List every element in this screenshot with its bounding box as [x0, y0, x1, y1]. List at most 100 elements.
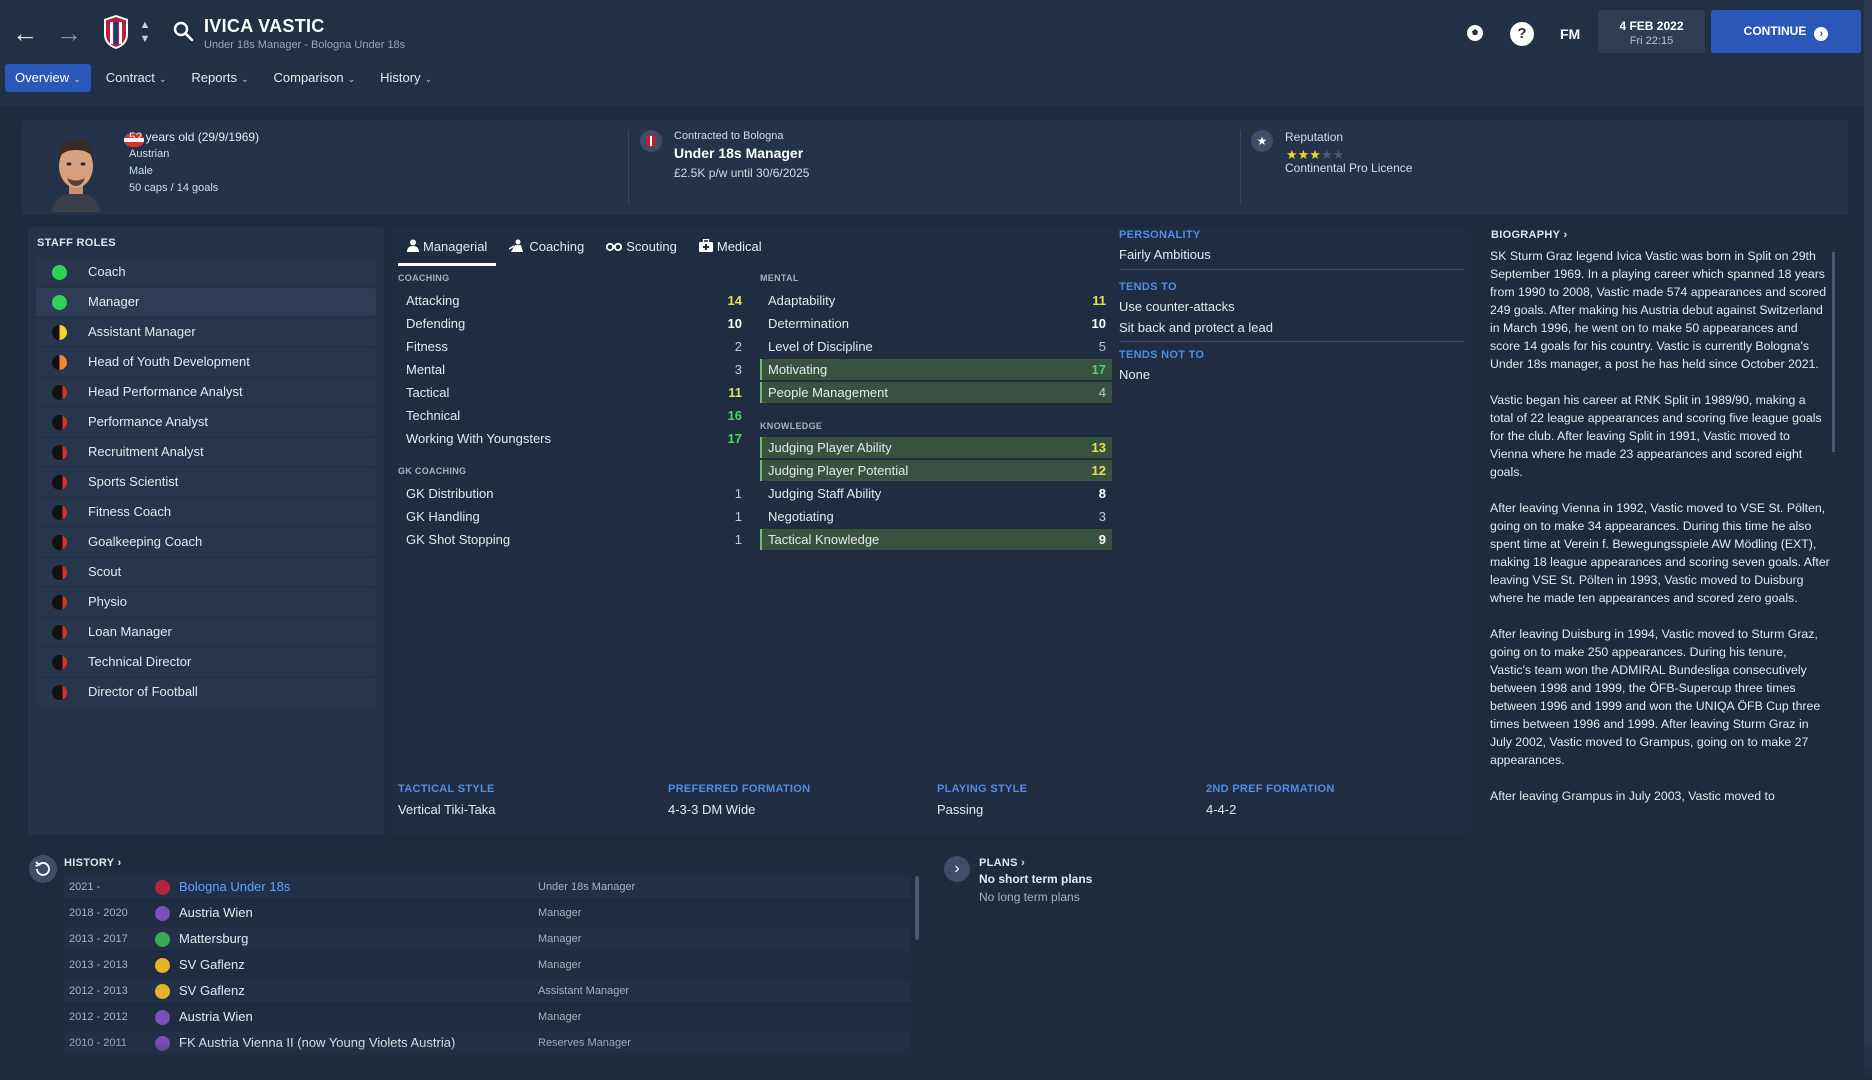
back-arrow-icon[interactable]: ←	[10, 18, 40, 48]
chevron-down-icon: ⌄	[240, 74, 249, 84]
attribute-row[interactable]: Attacking 14	[398, 290, 748, 311]
attribute-row[interactable]: Negotiating 3	[760, 506, 1112, 527]
club-logo-icon	[155, 1010, 170, 1025]
attribute-row[interactable]: People Management 4	[760, 382, 1112, 403]
history-row[interactable]: 2012 - 2013 SV Gaflenz Assistant Manager	[64, 979, 911, 1003]
staff-role-item[interactable]: Technical Director	[36, 648, 376, 676]
attribute-row[interactable]: Fitness 2	[398, 336, 748, 357]
history-row[interactable]: 2018 - 2020 Austria Wien Manager	[64, 901, 911, 925]
staff-role-item[interactable]: Assistant Manager	[36, 318, 376, 346]
menu-label: Comparison	[273, 70, 344, 85]
staff-role-item[interactable]: Manager	[36, 288, 376, 316]
history-club[interactable]: Mattersburg	[179, 927, 248, 951]
history-scrollbar[interactable]	[915, 876, 919, 940]
tab-medical[interactable]: Medical	[690, 232, 771, 266]
menu-reports[interactable]: Reports ⌄	[181, 64, 258, 92]
history-club[interactable]: SV Gaflenz	[179, 953, 245, 977]
chevron-up-icon[interactable]: ▲	[138, 19, 152, 32]
plans-heading[interactable]: PLANS ›	[979, 857, 1025, 869]
role-rating-icon	[52, 385, 67, 400]
menu-overview[interactable]: Overview ⌄	[5, 64, 91, 92]
staff-roles-list: Coach Manager Assistant Manager Head of You…	[36, 258, 376, 708]
attribute-row[interactable]: Tactical Knowledge 9	[760, 529, 1112, 550]
menu-contract[interactable]: Contract ⌄	[96, 64, 177, 92]
attribute-row[interactable]: Technical 16	[398, 405, 748, 426]
attribute-label: Judging Player Ability	[768, 440, 892, 455]
attribute-row[interactable]: Motivating 17	[760, 359, 1112, 380]
continue-button[interactable]: CONTINUE ›	[1711, 10, 1861, 53]
bologna-crest-icon[interactable]	[102, 14, 130, 50]
attribute-row[interactable]: Working With Youngsters 17	[398, 428, 748, 449]
menu-history[interactable]: History ⌄	[370, 64, 442, 92]
preferred-formation-value: 4-3-3 DM Wide	[668, 802, 756, 817]
staff-role-item[interactable]: Loan Manager	[36, 618, 376, 646]
attribute-row[interactable]: Judging Staff Ability 8	[760, 483, 1112, 504]
attribute-row[interactable]: GK Shot Stopping 1	[398, 529, 748, 550]
staff-role-item[interactable]: Head of Youth Development	[36, 348, 376, 376]
staff-role-item[interactable]: Director of Football	[36, 678, 376, 706]
chevron-right-icon: ›	[1021, 857, 1026, 869]
menu-label: Reports	[191, 70, 237, 85]
staff-avatar[interactable]	[42, 128, 110, 212]
chevron-down-icon[interactable]: ▼	[138, 33, 152, 46]
nationality-text[interactable]: Austrian	[129, 148, 169, 160]
attribute-row[interactable]: Defending 10	[398, 313, 748, 334]
search-icon[interactable]	[172, 20, 194, 42]
staff-role-item[interactable]: Head Performance Analyst	[36, 378, 376, 406]
date-display[interactable]: 4 FEB 2022 Fri 22:15	[1598, 10, 1705, 53]
history-icon[interactable]	[28, 854, 58, 884]
attribute-row[interactable]: Determination 10	[760, 313, 1112, 334]
menu-comparison[interactable]: Comparison ⌄	[264, 64, 366, 92]
staff-role-item[interactable]: Scout	[36, 558, 376, 586]
history-row[interactable]: 2013 - 2013 SV Gaflenz Manager	[64, 953, 911, 977]
history-row[interactable]: 2012 - 2012 Austria Wien Manager	[64, 1005, 911, 1029]
club-crest-icon[interactable]	[640, 130, 662, 152]
staff-role-item[interactable]: Performance Analyst	[36, 408, 376, 436]
tab-scouting[interactable]: Scouting	[597, 232, 686, 266]
attribute-row[interactable]: Judging Player Ability 13	[760, 437, 1112, 458]
attribute-row[interactable]: Mental 3	[398, 359, 748, 380]
attribute-row[interactable]: GK Handling 1	[398, 506, 748, 527]
history-heading[interactable]: HISTORY ›	[64, 857, 122, 869]
attribute-value: 16	[727, 408, 742, 423]
staff-role-item[interactable]: Fitness Coach	[36, 498, 376, 526]
staff-role-item[interactable]: Recruitment Analyst	[36, 438, 376, 466]
help-icon[interactable]: ?	[1510, 22, 1534, 46]
tab-managerial[interactable]: Managerial	[398, 232, 497, 266]
attribute-row[interactable]: GK Distribution 1	[398, 483, 748, 504]
forward-arrow-icon[interactable]: →	[54, 18, 84, 48]
history-row[interactable]: 2021 - Bologna Under 18s Under 18s Manager	[64, 875, 911, 899]
bottom-fade	[0, 1040, 1872, 1080]
football-icon[interactable]	[1464, 22, 1486, 44]
staff-role-label: Recruitment Analyst	[88, 444, 204, 459]
attribute-row[interactable]: Judging Player Potential 12	[760, 460, 1112, 481]
fm-logo[interactable]: FM	[1560, 26, 1580, 42]
tab-coaching[interactable]: Coaching	[500, 232, 593, 266]
attribute-value: 17	[727, 431, 742, 446]
history-club[interactable]: Austria Wien	[179, 901, 253, 925]
staff-role-item[interactable]: Physio	[36, 588, 376, 616]
role-rating-icon	[52, 685, 67, 700]
history-years: 2021 -	[69, 881, 101, 893]
tends-not-to-heading: TENDS NOT TO	[1119, 349, 1205, 361]
attribute-value: 14	[727, 293, 742, 308]
staff-role-item[interactable]: Sports Scientist	[36, 468, 376, 496]
role-rating-icon	[52, 445, 67, 460]
history-club[interactable]: Bologna Under 18s	[179, 875, 290, 899]
history-club[interactable]: Austria Wien	[179, 1005, 253, 1029]
chevron-right-icon[interactable]: ›	[944, 856, 970, 882]
staff-role-item[interactable]: Goalkeeping Coach	[36, 528, 376, 556]
biography-scrollbar[interactable]	[1832, 252, 1835, 452]
chevron-down-icon: ⌄	[158, 74, 167, 84]
staff-role-item[interactable]: Coach	[36, 258, 376, 286]
attribute-value: 11	[1092, 293, 1106, 308]
history-club[interactable]: SV Gaflenz	[179, 979, 245, 1003]
attribute-row[interactable]: Adaptability 11	[760, 290, 1112, 311]
attribute-row[interactable]: Level of Discipline 5	[760, 336, 1112, 357]
page-scrollbar[interactable]	[1864, 0, 1872, 1080]
role-rating-icon	[52, 325, 67, 340]
attribute-row[interactable]: Tactical 11	[398, 382, 748, 403]
history-row[interactable]: 2013 - 2017 Mattersburg Manager	[64, 927, 911, 951]
history-years: 2013 - 2017	[69, 933, 128, 945]
biography-heading[interactable]: BIOGRAPHY ›	[1491, 229, 1567, 241]
